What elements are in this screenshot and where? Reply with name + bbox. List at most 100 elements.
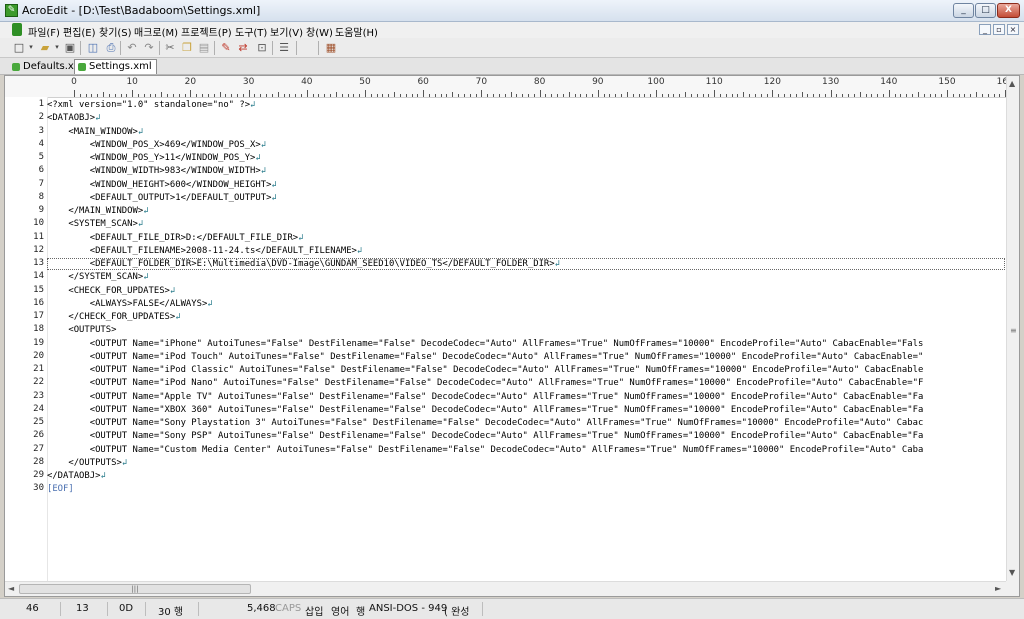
code-line[interactable]: <OUTPUTS> xyxy=(47,324,116,337)
editor-pane[interactable]: 0102030405060708090100110120130140150160… xyxy=(4,75,1020,597)
menu-macro[interactable]: 매크로(M) xyxy=(134,24,178,39)
code-line[interactable]: <SYSTEM_SCAN>↲ xyxy=(47,218,143,231)
status-separator xyxy=(482,602,483,616)
menu-file[interactable]: 파일(F) xyxy=(28,24,60,39)
code-line[interactable]: <ALWAYS>FALSE</ALWAYS>↲ xyxy=(47,298,213,311)
code-line[interactable]: <WINDOW_HEIGHT>600</WINDOW_HEIGHT>↲ xyxy=(47,179,277,192)
code-line[interactable]: </DATAOBJ>↲ xyxy=(47,470,106,483)
line-end-icon: ↲ xyxy=(137,219,144,230)
code-line-text: <OUTPUT Name="Sony PSP" AutoiTunes="Fals… xyxy=(47,431,924,442)
code-line[interactable]: <MAIN_WINDOW>↲ xyxy=(47,126,143,139)
menu-view[interactable]: 보기(V) xyxy=(270,24,303,39)
code-line[interactable]: </OUTPUTS>↲ xyxy=(47,457,127,470)
code-line[interactable]: <OUTPUT Name="XBOX 360" AutoiTunes="Fals… xyxy=(47,404,924,417)
scroll-right-icon[interactable]: ► xyxy=(995,584,1001,593)
redo-icon[interactable]: ↷ xyxy=(142,41,156,54)
ruler-tick xyxy=(714,90,716,97)
line-number: 11 xyxy=(33,231,44,242)
code-line[interactable]: <OUTPUT Name="Sony Playstation 3" AutoiT… xyxy=(47,417,924,430)
menu-help[interactable]: 도움말(H) xyxy=(335,24,378,39)
status-line: 46 xyxy=(26,603,39,614)
code-line[interactable]: <OUTPUT Name="iPod Classic" AutoiTunes="… xyxy=(47,364,924,377)
code-line[interactable]: <DATAOBJ>↲ xyxy=(47,112,100,125)
copy-icon[interactable]: ❐ xyxy=(180,41,194,54)
line-number: 22 xyxy=(33,377,44,388)
eof-marker: [EOF] xyxy=(47,484,74,495)
line-number: 24 xyxy=(33,403,44,414)
doc-minimize-button[interactable]: _ xyxy=(979,24,991,35)
cut-icon[interactable]: ✂ xyxy=(163,41,177,54)
horizontal-scroll-thumb[interactable]: ||| xyxy=(19,584,251,594)
document-menu-icon[interactable] xyxy=(12,23,22,36)
code-line[interactable]: </SYSTEM_SCAN>↲ xyxy=(47,271,148,284)
save-icon[interactable]: ▣ xyxy=(63,41,77,54)
find-icon[interactable]: ✎ xyxy=(219,41,233,54)
ruler-label: 0 xyxy=(71,77,77,87)
doc-close-button[interactable]: × xyxy=(1007,24,1019,35)
menu-edit[interactable]: 편집(E) xyxy=(63,24,96,39)
paste-icon[interactable]: ▤ xyxy=(197,41,211,54)
menu-window[interactable]: 창(W) xyxy=(306,24,333,39)
code-line[interactable]: <OUTPUT Name="Sony PSP" AutoiTunes="Fals… xyxy=(47,430,924,443)
status-separator xyxy=(145,602,146,616)
toggle-panel-icon[interactable]: ☰ xyxy=(277,41,291,54)
status-encoding[interactable]: ANSI-DOS - 949 xyxy=(369,603,447,614)
code-line[interactable]: <OUTPUT Name="iPod Touch" AutoiTunes="Fa… xyxy=(47,351,924,364)
code-line[interactable]: <DEFAULT_FOLDER_DIR>E:\Multimedia\DVD-Im… xyxy=(47,258,560,271)
menu-find[interactable]: 찾기(S) xyxy=(99,24,132,39)
maximize-button[interactable]: □ xyxy=(975,3,996,18)
code-line[interactable]: <WINDOW_POS_X>469</WINDOW_POS_X>↲ xyxy=(47,139,266,152)
vertical-scrollbar[interactable]: ▲ ≡ ▼ xyxy=(1006,76,1019,581)
scroll-left-icon[interactable]: ◄ xyxy=(8,584,14,593)
line-number: 12 xyxy=(33,244,44,255)
line-number: 4 xyxy=(38,138,44,149)
menu-tools[interactable]: 도구(T) xyxy=(235,24,267,39)
code-line[interactable]: <?xml version="1.0" standalone="no" ?>↲ xyxy=(47,99,255,112)
code-line[interactable]: <DEFAULT_FILE_DIR>D:</DEFAULT_FILE_DIR>↲ xyxy=(47,232,304,245)
minimize-button[interactable]: _ xyxy=(953,3,974,18)
project-icon[interactable]: ▦ xyxy=(324,41,338,54)
code-line[interactable]: <OUTPUT Name="iPhone" AutoiTunes="False"… xyxy=(47,338,924,351)
code-line[interactable]: <OUTPUT Name="Apple TV" AutoiTunes="Fals… xyxy=(47,391,924,404)
scroll-grip-icon[interactable]: ≡ xyxy=(1010,326,1017,335)
code-line[interactable]: <DEFAULT_OUTPUT>1</DEFAULT_OUTPUT>↲ xyxy=(47,192,277,205)
line-number: 7 xyxy=(38,178,44,189)
tab-settings-xml[interactable]: Settings.xml xyxy=(74,59,157,74)
code-line-text: <DATAOBJ> xyxy=(47,113,96,124)
menu-project[interactable]: 프로젝트(P) xyxy=(181,24,232,39)
scroll-down-icon[interactable]: ▼ xyxy=(1009,568,1015,577)
status-insert-mode[interactable]: 삽입 xyxy=(305,603,323,618)
ruler-label: 10 xyxy=(126,77,138,87)
code-line[interactable]: <WINDOW_POS_Y>11</WINDOW_POS_Y>↲ xyxy=(47,152,261,165)
doc-restore-button[interactable]: ▫ xyxy=(993,24,1005,35)
code-line-text: <OUTPUT Name="iPod Classic" AutoiTunes="… xyxy=(47,365,924,375)
code-text-area[interactable]: <?xml version="1.0" standalone="no" ?>↲ <… xyxy=(47,97,1007,581)
print-preview-icon[interactable]: ◫ xyxy=(86,41,100,54)
replace-icon[interactable]: ⇄ xyxy=(236,41,250,54)
print-icon[interactable]: ⎙ xyxy=(104,41,118,54)
code-line-text: </SYSTEM_SCAN> xyxy=(47,272,144,283)
code-line[interactable]: </MAIN_WINDOW>↲ xyxy=(47,205,148,218)
code-line-text: <OUTPUT Name="iPod Touch" AutoiTunes="Fa… xyxy=(47,351,924,362)
code-line[interactable]: <OUTPUT Name="iPod Nano" AutoiTunes="Fal… xyxy=(47,377,924,390)
status-column: 13 xyxy=(76,603,89,614)
status-line-count: 30 행 xyxy=(158,607,184,618)
close-button[interactable]: X xyxy=(997,3,1020,18)
line-number: 5 xyxy=(38,152,44,162)
code-line[interactable]: <CHECK_FOR_UPDATES>↲ xyxy=(47,285,175,298)
ruler-tick xyxy=(539,90,541,97)
code-line[interactable]: <DEFAULT_FILENAME>2008-11-24.ts</DEFAULT… xyxy=(47,245,363,258)
code-line-text: <OUTPUT Name="Custom Media Center" Autoi… xyxy=(47,444,924,455)
goto-icon[interactable]: ⊡ xyxy=(255,41,269,54)
new-dropdown-icon[interactable]: ▾ xyxy=(24,41,38,54)
code-line[interactable]: </CHECK_FOR_UPDATES>↲ xyxy=(47,311,180,324)
code-line-text: <CHECK_FOR_UPDATES> xyxy=(47,285,170,296)
status-bar: 46 13 0D 30 행 5,468 CAPS 삽입 영어 행 ANSI-DO… xyxy=(0,598,1024,619)
code-line[interactable]: <OUTPUT Name="Custom Media Center" Autoi… xyxy=(47,444,924,457)
code-line[interactable]: <WINDOW_WIDTH>983</WINDOW_WIDTH>↲ xyxy=(47,165,266,178)
line-end-icon: ↲ xyxy=(298,232,304,243)
open-dropdown-icon[interactable]: ▾ xyxy=(50,41,64,54)
horizontal-scrollbar[interactable]: ◄ ||| ► xyxy=(5,581,1007,596)
undo-icon[interactable]: ↶ xyxy=(125,41,139,54)
scroll-up-icon[interactable]: ▲ xyxy=(1009,79,1015,88)
